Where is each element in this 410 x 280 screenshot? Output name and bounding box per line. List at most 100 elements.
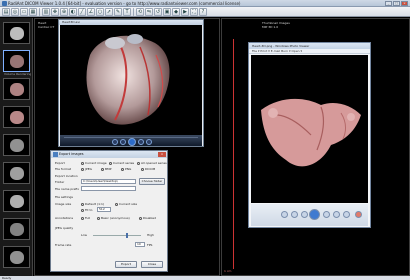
- zoom-icon[interactable]: [281, 211, 288, 218]
- size-fit-to[interactable]: Fit to: [81, 208, 92, 212]
- folder-input[interactable]: C:\Users\User\Desktop\: [81, 179, 136, 184]
- actual-size-icon[interactable]: [291, 211, 298, 218]
- series-thumbnail[interactable]: [3, 22, 30, 44]
- toolbar-separator: [39, 7, 40, 16]
- stop-icon[interactable]: [120, 139, 126, 145]
- annot-full[interactable]: Full: [81, 216, 90, 220]
- format-jpeg[interactable]: JPEG: [81, 167, 92, 171]
- export-current-series[interactable]: Current series: [109, 161, 134, 165]
- series-thumbnail[interactable]: [3, 162, 30, 184]
- close-dialog-button[interactable]: Close: [141, 261, 163, 268]
- photo-viewer-window: Heart-3D.png - Windows Photo Viewer File…: [248, 42, 371, 228]
- rotate-left-icon[interactable]: [333, 211, 340, 218]
- prefix-input[interactable]: [81, 186, 136, 191]
- thumbnail-image: [10, 223, 24, 236]
- export-all-series[interactable]: All opened series: [137, 161, 167, 165]
- fit-to-input[interactable]: 512: [97, 207, 111, 212]
- heart-photo-render: [261, 98, 361, 167]
- status-bar: Ready: [0, 276, 410, 280]
- volume-icon[interactable]: [146, 139, 152, 145]
- player-controls: [60, 135, 202, 146]
- close-button[interactable]: ×: [401, 1, 408, 6]
- size-current[interactable]: Current size: [115, 202, 137, 206]
- fps-label: FPS: [147, 243, 153, 247]
- scale-ruler: [233, 39, 234, 269]
- format-bmp[interactable]: BMP: [101, 167, 111, 171]
- maximize-button[interactable]: □: [393, 1, 400, 6]
- series-thumbnail[interactable]: [3, 246, 30, 268]
- previous-icon[interactable]: [112, 139, 118, 145]
- export-label: Export: [55, 161, 65, 165]
- ellipse-icon[interactable]: ○: [96, 7, 104, 16]
- mpr-icon[interactable]: ▣: [163, 7, 171, 16]
- fullscreen-icon[interactable]: ⛶: [190, 7, 198, 16]
- length-icon[interactable]: ╱: [78, 7, 86, 16]
- format-dicom[interactable]: DICOM: [141, 167, 155, 171]
- annot-disabled[interactable]: Disabled: [139, 216, 156, 220]
- thumbnail-image: [10, 55, 24, 68]
- open-icon[interactable]: ▤: [2, 7, 10, 16]
- help-icon[interactable]: ?: [199, 7, 207, 16]
- jpeg-quality-slider[interactable]: [93, 233, 141, 238]
- series-thumbnail-panel: Volume Rendering: [0, 18, 33, 276]
- choose-folder-button[interactable]: Choose folder: [139, 178, 165, 185]
- heart-3d-video[interactable]: [60, 25, 202, 135]
- dialog-title: Export images: [59, 152, 84, 156]
- export-current-image[interactable]: Current image: [81, 161, 107, 165]
- rotate-icon[interactable]: ⟲: [136, 7, 144, 16]
- rotate-right-icon[interactable]: [343, 211, 350, 218]
- delete-icon[interactable]: [355, 211, 362, 218]
- pan-icon[interactable]: ✥: [51, 7, 59, 16]
- thumbnail-image: [10, 139, 24, 152]
- series-thumbnail[interactable]: [3, 78, 30, 100]
- export-button[interactable]: Export: [115, 261, 137, 268]
- app-icon: [2, 1, 7, 6]
- thumbnail-image: [10, 83, 24, 96]
- window-level-icon[interactable]: ◐: [69, 7, 77, 16]
- layout-icon[interactable]: ▥: [42, 7, 50, 16]
- annot-basic[interactable]: Basic (anonymous): [97, 216, 130, 220]
- cd-icon[interactable]: ◎: [11, 7, 19, 16]
- cine-icon[interactable]: ▶: [181, 7, 189, 16]
- quality-low-label: Low: [81, 233, 87, 237]
- thumbnail-image: [10, 111, 24, 124]
- format-png[interactable]: PNG: [121, 167, 131, 171]
- text-icon[interactable]: T: [123, 7, 131, 16]
- database-icon[interactable]: ▦: [29, 7, 37, 16]
- next-icon[interactable]: [323, 211, 330, 218]
- thumbnail-image: [10, 195, 24, 208]
- quality-slider-knob[interactable]: [126, 233, 129, 238]
- series-thumbnail[interactable]: [3, 190, 30, 212]
- series-thumbnail[interactable]: [3, 134, 30, 156]
- export-images-dialog: Export images × Export Current image Cur…: [50, 150, 168, 272]
- reset-icon[interactable]: ↺: [154, 7, 162, 16]
- previous-icon[interactable]: [301, 211, 308, 218]
- app-window: RadiAnt DICOM Viewer 1.0.4 [64-bit] - ev…: [0, 0, 410, 280]
- pencil-icon[interactable]: ✎: [114, 7, 122, 16]
- photo-menu-bar[interactable]: File ▾ Print ▾ E-mail Burn ▾ Open ▾: [249, 49, 370, 54]
- quality-high-label: High: [147, 233, 154, 237]
- zoom-icon[interactable]: ⊕: [60, 7, 68, 16]
- size-default[interactable]: Default (1:1): [81, 202, 104, 206]
- 3d-icon[interactable]: ◆: [172, 7, 180, 16]
- play-pause-icon[interactable]: [128, 138, 136, 146]
- frame-rate-input[interactable]: 10: [135, 242, 145, 247]
- settings-label: File settings: [55, 195, 73, 199]
- folder-icon[interactable]: ▭: [20, 7, 28, 16]
- viewer-right-info-2: MIP 3D 1.0: [262, 25, 279, 29]
- series-thumbnail[interactable]: [3, 106, 30, 128]
- window-title: RadiAnt DICOM Viewer 1.0.4 [64-bit] - ev…: [8, 1, 241, 6]
- dialog-icon: [53, 152, 58, 157]
- slideshow-icon[interactable]: [309, 209, 320, 220]
- series-thumbnail[interactable]: Volume Rendering: [3, 50, 31, 76]
- arrow-icon[interactable]: ➚: [105, 7, 113, 16]
- folder-label: Folder: [55, 180, 65, 184]
- flip-icon[interactable]: ⇋: [145, 7, 153, 16]
- next-icon[interactable]: [138, 139, 144, 145]
- annotations-label: Annotations: [55, 216, 74, 220]
- media-player-window: Heart3D.avi: [58, 19, 204, 147]
- minimize-button[interactable]: _: [385, 1, 392, 6]
- series-thumbnail[interactable]: [3, 218, 30, 240]
- angle-icon[interactable]: ∠: [87, 7, 95, 16]
- dialog-close-button[interactable]: ×: [158, 152, 166, 157]
